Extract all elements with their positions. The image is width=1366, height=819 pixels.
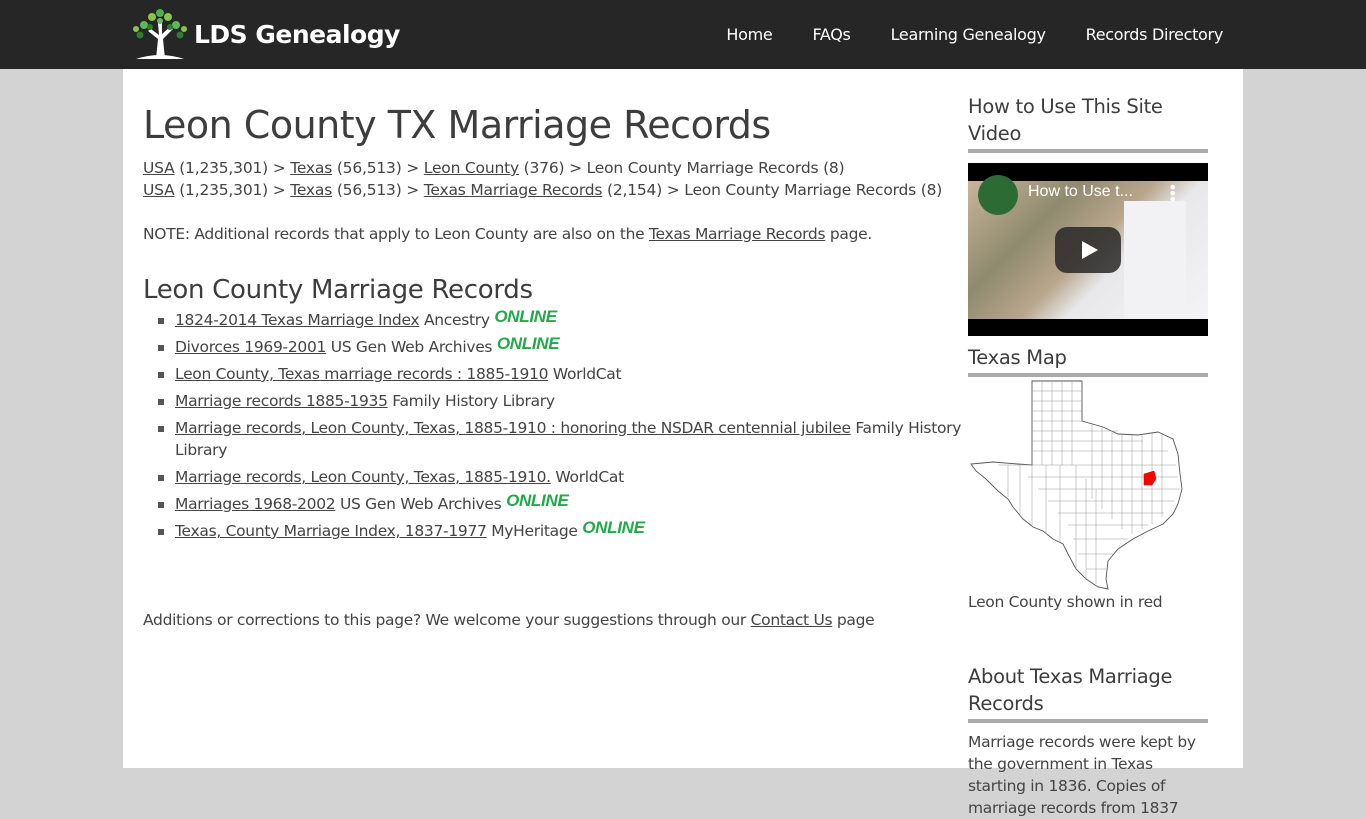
record-source: Ancestry — [419, 311, 495, 329]
additions-text: Additions or corrections to this page? W… — [143, 609, 875, 631]
nav-learning-genealogy[interactable]: Learning Genealogy — [891, 25, 1046, 44]
texas-map-image — [968, 379, 1194, 591]
breadcrumb-usa-link[interactable]: USA — [143, 181, 175, 199]
map-caption: Leon County shown in red — [968, 593, 1163, 611]
list-item: Texas, County Marriage Index, 1837-1977 … — [155, 518, 963, 542]
channel-logo-icon — [978, 175, 1018, 215]
nav-faqs[interactable]: FAQs — [812, 25, 850, 44]
record-source: WorldCat — [550, 468, 624, 486]
breadcrumb-texas-link[interactable]: Texas — [290, 159, 332, 177]
site-logo[interactable]: LDS Genealogy — [132, 6, 400, 62]
record-source: US Gen Web Archives — [335, 495, 507, 513]
top-navbar: LDS Genealogy Home FAQs Learning Genealo… — [0, 0, 1366, 69]
additions-prefix: Additions or corrections to this page? W… — [143, 611, 751, 629]
record-link[interactable]: Marriages 1968-2002 — [175, 495, 336, 513]
record-source: US Gen Web Archives — [326, 338, 497, 356]
record-link[interactable]: Marriage records, Leon County, Texas, 18… — [175, 419, 851, 437]
breadcrumb-count: (376) > — [518, 159, 587, 177]
record-link[interactable]: 1824-2014 Texas Marriage Index — [175, 311, 420, 329]
map-widget-title: Texas Map — [968, 344, 1208, 377]
about-widget-title: About Texas Marriage Records — [968, 663, 1208, 723]
main-nav: Home FAQs Learning Genealogy Records Dir… — [686, 0, 1223, 69]
note-prefix: NOTE: Additional records that apply to L… — [143, 225, 649, 243]
list-item: Divorces 1969-2001 US Gen Web Archives O… — [155, 334, 963, 358]
record-source: MyHeritage — [486, 522, 583, 540]
site-name: LDS Genealogy — [194, 19, 400, 49]
breadcrumb-count: (1,235,301) > — [174, 181, 291, 199]
bullet-icon — [158, 345, 164, 351]
online-badge: ONLINE — [582, 518, 645, 537]
note-text: NOTE: Additional records that apply to L… — [143, 223, 963, 245]
breadcrumb-count: (56,513) > — [332, 159, 424, 177]
about-text: Marriage records were kept by the govern… — [968, 733, 1196, 817]
bullet-icon — [158, 372, 164, 378]
contact-us-link[interactable]: Contact Us — [751, 611, 833, 629]
record-link[interactable]: Marriage records 1885-1935 — [175, 392, 388, 410]
list-item: Marriage records 1885-1935 Family Histor… — [155, 390, 963, 412]
online-badge: ONLINE — [496, 334, 560, 353]
record-link[interactable]: Leon County, Texas marriage records : 18… — [175, 365, 549, 383]
more-options-icon[interactable]: • • • — [1168, 180, 1177, 208]
page-container: Leon County TX Marriage Records USA (1,2… — [123, 69, 1243, 817]
section-title: Leon County Marriage Records — [143, 275, 533, 305]
tree-icon — [133, 9, 187, 59]
bullet-icon — [158, 426, 164, 432]
record-link[interactable]: Texas, County Marriage Index, 1837-1977 — [175, 522, 487, 540]
record-link[interactable]: Divorces 1969-2001 — [175, 338, 326, 356]
breadcrumb-texas-marriage-records-link[interactable]: Texas Marriage Records — [424, 181, 603, 199]
breadcrumb-current: Leon County Marriage Records (8) — [684, 181, 943, 199]
bullet-icon — [158, 475, 164, 481]
online-badge: ONLINE — [506, 491, 569, 510]
list-item: Marriage records, Leon County, Texas, 18… — [155, 466, 963, 488]
breadcrumb: USA (1,235,301) > Texas (56,513) > Texas… — [143, 179, 963, 201]
sidebar: How to Use This Site Video How to Use t.… — [968, 69, 1208, 819]
bullet-icon — [158, 318, 164, 324]
list-item: Leon County, Texas marriage records : 18… — [155, 363, 963, 385]
records-list: 1824-2014 Texas Marriage Index Ancestry … — [143, 307, 963, 542]
breadcrumb-count: (1,235,301) > — [174, 159, 291, 177]
online-badge: ONLINE — [494, 307, 557, 326]
main-content: Leon County TX Marriage Records USA (1,2… — [143, 69, 963, 629]
video-thumbnail-sidepane — [1124, 201, 1186, 319]
texas-map — [968, 379, 1194, 591]
nav-home[interactable]: Home — [726, 25, 772, 44]
record-source: Family History Library — [387, 392, 555, 410]
record-source: WorldCat — [548, 365, 622, 383]
video-player[interactable]: How to Use t... • • • — [968, 163, 1208, 336]
breadcrumb-current: Leon County Marriage Records (8) — [586, 159, 845, 177]
breadcrumbs: USA (1,235,301) > Texas (56,513) > Leon … — [143, 157, 963, 201]
breadcrumb: USA (1,235,301) > Texas (56,513) > Leon … — [143, 157, 963, 179]
breadcrumb-count: (56,513) > — [332, 181, 424, 199]
additions-suffix: page — [832, 611, 875, 629]
nav-records-directory[interactable]: Records Directory — [1086, 25, 1224, 44]
bullet-icon — [158, 399, 164, 405]
video-title: How to Use t... — [1028, 183, 1133, 200]
list-item: Marriages 1968-2002 US Gen Web Archives … — [155, 491, 963, 515]
page-title: Leon County TX Marriage Records — [143, 103, 771, 147]
texas-marriage-records-link[interactable]: Texas Marriage Records — [649, 225, 826, 243]
breadcrumb-count: (2,154) > — [602, 181, 685, 199]
play-icon[interactable] — [1055, 227, 1121, 273]
video-widget-title: How to Use This Site Video — [968, 93, 1208, 153]
breadcrumb-usa-link[interactable]: USA — [143, 159, 175, 177]
record-link[interactable]: Marriage records, Leon County, Texas, 18… — [175, 468, 551, 486]
list-item: Marriage records, Leon County, Texas, 18… — [155, 417, 963, 461]
note-suffix: page. — [825, 225, 873, 243]
bullet-icon — [158, 529, 164, 535]
list-item: 1824-2014 Texas Marriage Index Ancestry … — [155, 307, 963, 331]
bullet-icon — [158, 502, 164, 508]
breadcrumb-leon-county-link[interactable]: Leon County — [424, 159, 519, 177]
breadcrumb-texas-link[interactable]: Texas — [290, 181, 332, 199]
